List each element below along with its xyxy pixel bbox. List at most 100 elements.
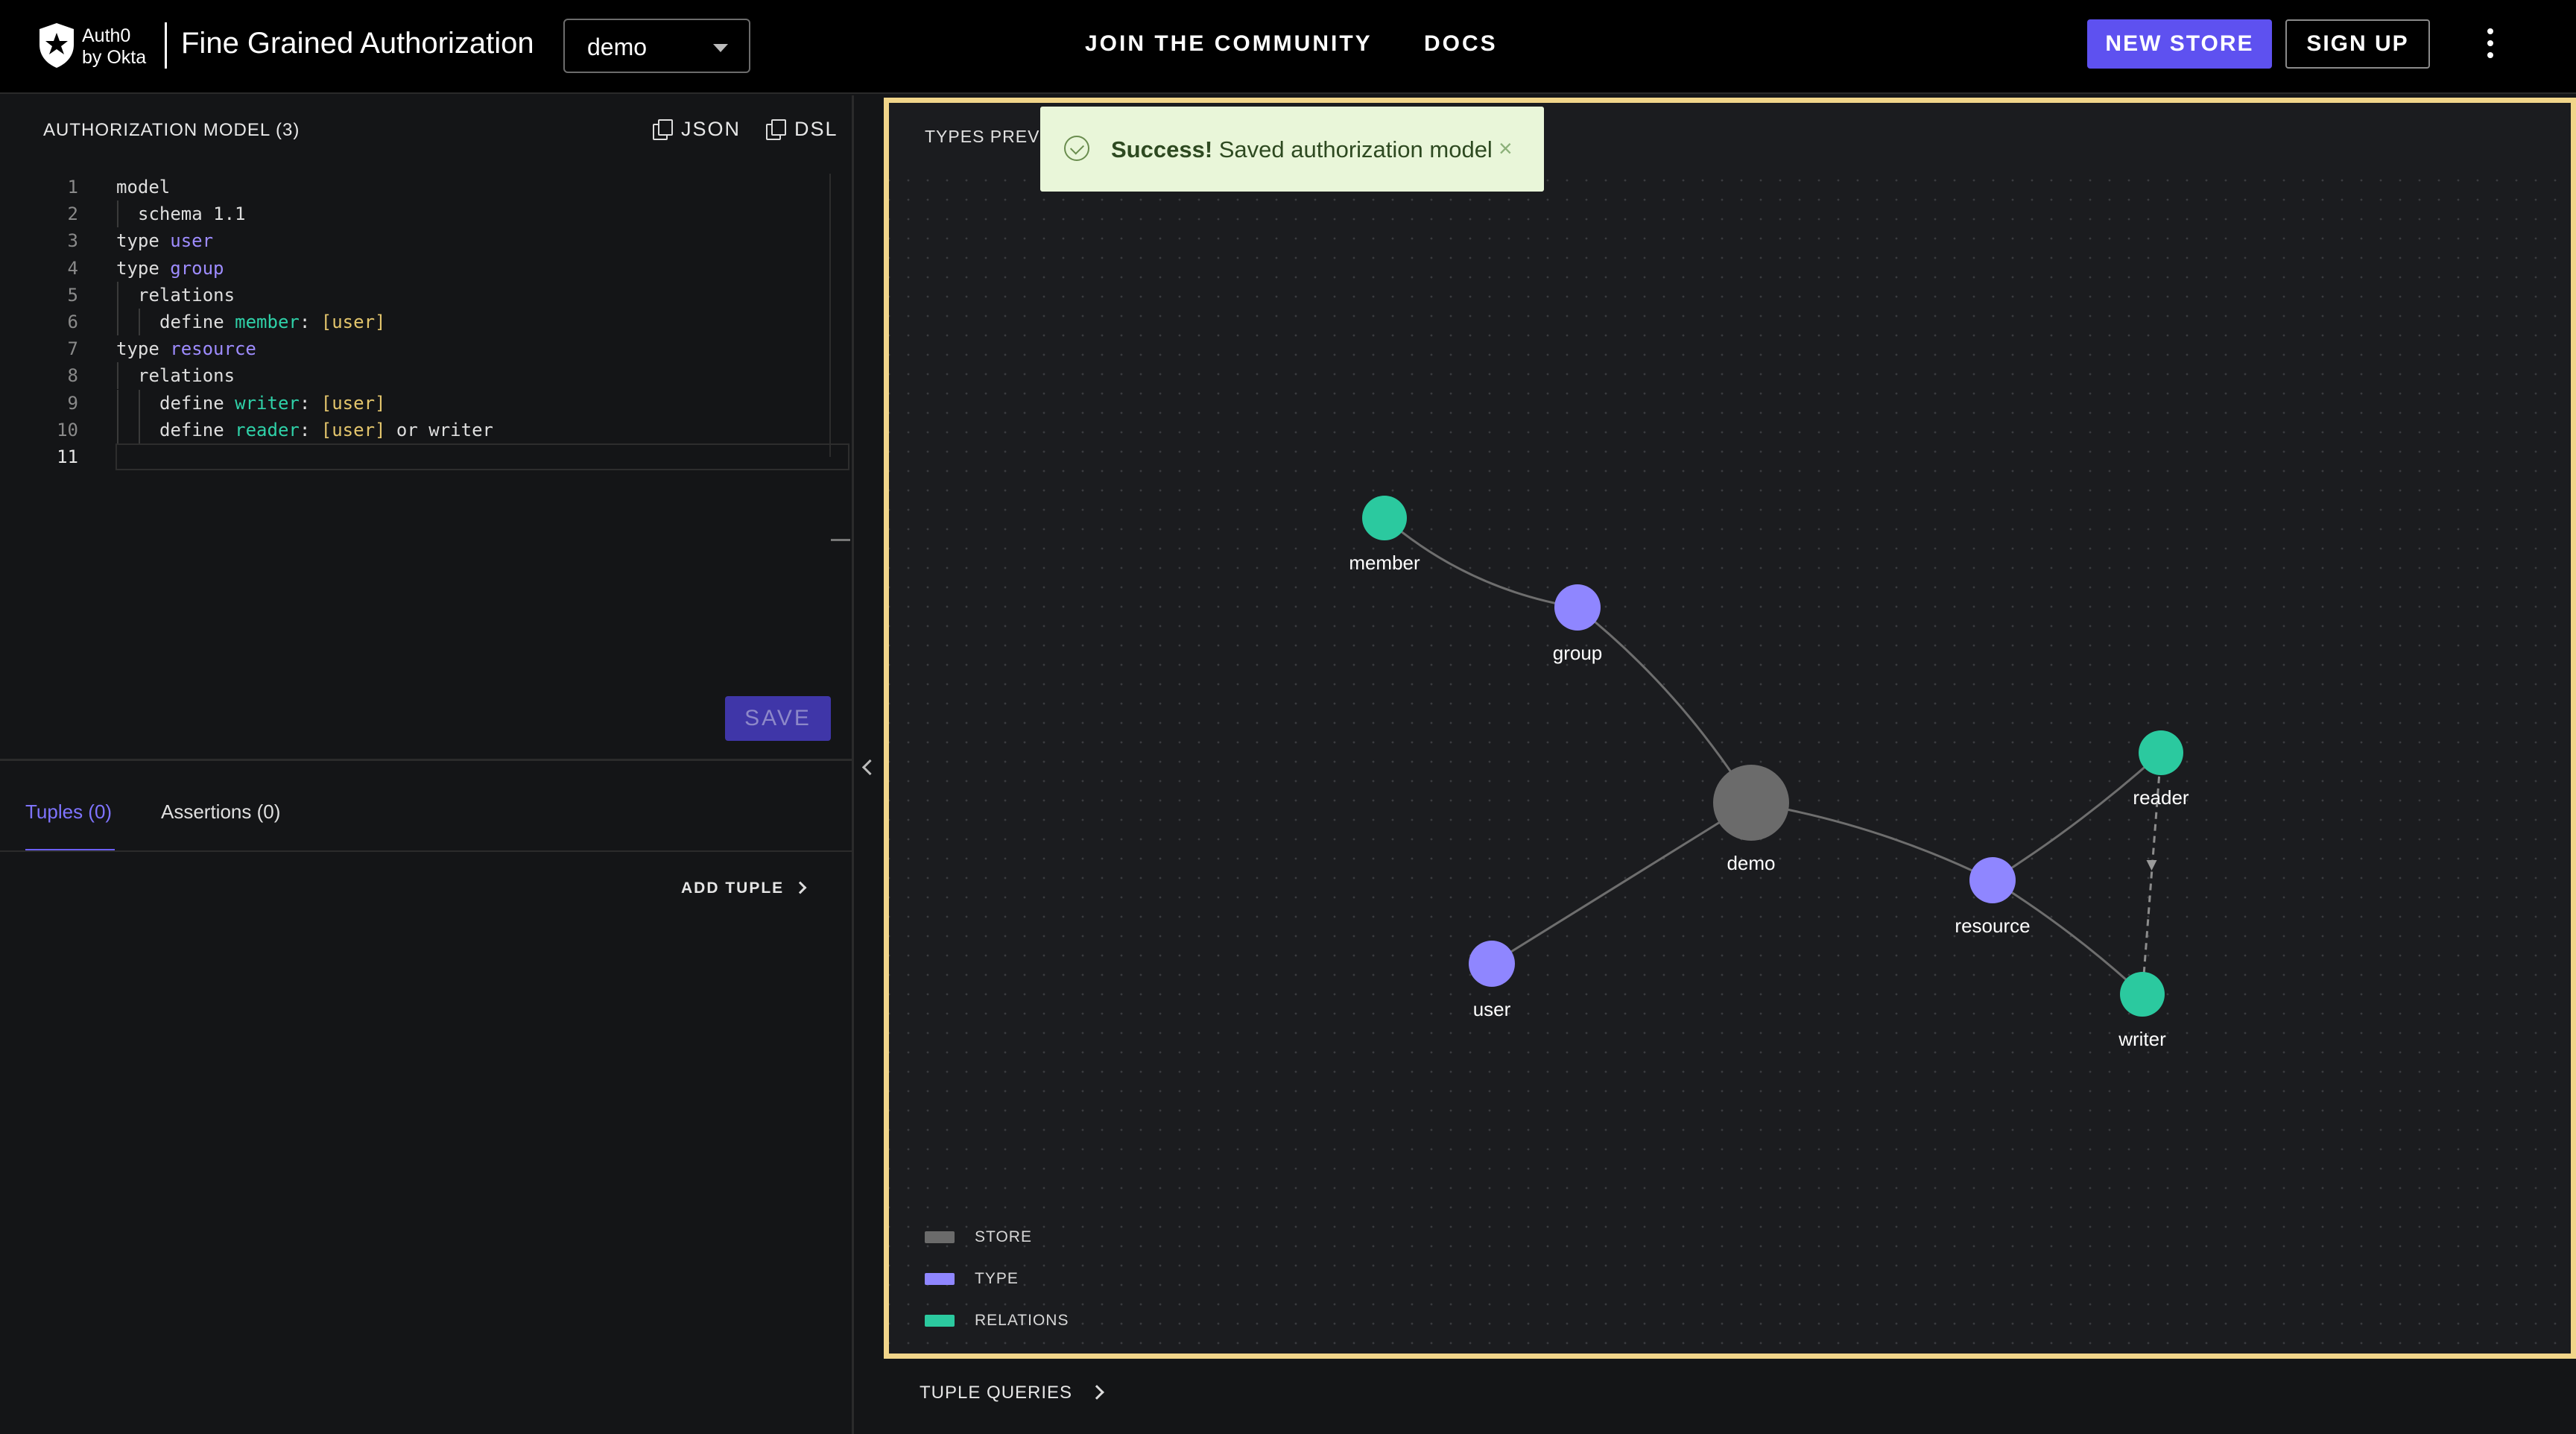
legend-swatch-store [925, 1231, 955, 1243]
code-line[interactable]: 4 type group [0, 255, 849, 282]
add-tuple-button[interactable]: ADD TUPLE [681, 879, 807, 897]
types-preview-graph[interactable]: TYPES PREVIEW member group demo user resourc… [884, 98, 2576, 1359]
legend-swatch-relations [925, 1315, 955, 1327]
node-circle[interactable] [2120, 972, 2165, 1017]
code-line[interactable]: 6 define member: [user] [0, 309, 849, 335]
nav-docs-link[interactable]: DOCS [1424, 31, 1498, 57]
code-line[interactable]: 1 model [0, 174, 849, 200]
line-number: 5 [67, 284, 78, 306]
tuple-queries-toggle[interactable]: TUPLE QUERIES [920, 1383, 1104, 1403]
line-number: 10 [57, 419, 78, 440]
indent-guide [139, 389, 140, 417]
code-line[interactable]: 7 type resource [0, 335, 849, 362]
node-label: member [1349, 552, 1420, 574]
code-text: define writer: [user] [159, 390, 385, 417]
copy-json-button[interactable]: JSON [653, 118, 741, 141]
code-line[interactable]: 10 define reader: [user] or writer [0, 416, 849, 443]
code-text: type group [116, 255, 224, 282]
toast-body-text: Saved authorization model [1212, 136, 1493, 162]
node-circle[interactable] [1362, 496, 1407, 540]
code-line[interactable]: 3 type user [0, 227, 849, 254]
more-options-kebab-icon[interactable] [2475, 28, 2505, 63]
indent-guide [139, 309, 140, 335]
store-select[interactable]: demo [563, 19, 750, 73]
logo-wordmark[interactable]: Auth0 by Okta [82, 25, 146, 69]
code-token: schema [138, 203, 214, 225]
code-token: [user] [320, 419, 386, 440]
line-number: 8 [67, 365, 78, 387]
node-circle[interactable] [1713, 765, 1789, 841]
graph-node-member[interactable]: member [1349, 496, 1420, 574]
code-line[interactable]: 9 define writer: [user] [0, 389, 849, 417]
logo-line-1: Auth0 [82, 25, 131, 46]
copy-dsl-label: DSL [794, 118, 838, 140]
graph-edge-resource-reader [1992, 751, 2162, 882]
code-line[interactable]: 11 [0, 443, 849, 470]
nav-join-community-link[interactable]: JOIN THE COMMUNITY [1085, 31, 1373, 57]
code-token: type [116, 257, 171, 279]
graph-edge-group-demo [1577, 606, 1753, 803]
collapse-panel-chevron-left-icon[interactable] [861, 756, 872, 778]
product-name: Fine Grained Authorization [181, 27, 534, 60]
graph-node-demo[interactable]: demo [1713, 765, 1789, 874]
graph-node-group[interactable]: group [1553, 584, 1603, 664]
logo-divider [165, 22, 167, 69]
node-circle[interactable] [1554, 584, 1601, 631]
line-number: 6 [67, 312, 78, 332]
node-circle[interactable] [1969, 857, 2016, 903]
code-token: group [170, 257, 224, 279]
code-token: define [159, 312, 235, 332]
new-store-button[interactable]: NEW STORE [2087, 19, 2272, 69]
close-icon[interactable]: × [1499, 136, 1513, 160]
graph-edge-resource-writer [1992, 879, 2144, 996]
code-editor[interactable]: 1 model 2 schema 1.1 3 type user 4 type group 5 r… [0, 174, 854, 576]
node-label: reader [2133, 786, 2189, 809]
code-text: type resource [116, 335, 256, 362]
graph-node-writer[interactable]: writer [2118, 972, 2166, 1050]
store-select-value: demo [587, 34, 648, 60]
tab-assertions[interactable]: Assertions (0) [161, 800, 280, 824]
code-line[interactable]: 5 relations [0, 281, 849, 309]
legend-label-store: STORE [975, 1228, 1032, 1245]
save-button[interactable]: SAVE [725, 696, 831, 741]
active-line-highlight [115, 443, 849, 470]
copy-icon [766, 119, 786, 140]
auth0-shield-logo-icon[interactable] [37, 22, 76, 69]
line-number: 4 [67, 257, 78, 279]
legend-swatch-type [925, 1273, 955, 1285]
code-token: [user] [320, 312, 386, 332]
copy-dsl-button[interactable]: DSL [766, 118, 838, 141]
indent-guide [117, 281, 118, 309]
editor-scrollbar-thumb[interactable] [831, 539, 850, 541]
node-label: writer [2118, 1028, 2166, 1050]
graph-node-user[interactable]: user [1469, 941, 1515, 1020]
toast-message: Success! Saved authorization model [1111, 136, 1493, 163]
indent-guide [117, 416, 118, 443]
code-line[interactable]: 2 schema 1.1 [0, 200, 849, 228]
node-circle[interactable] [1469, 941, 1515, 987]
code-token: : [299, 312, 321, 332]
code-text: define member: [user] [159, 309, 385, 335]
indent-guide [117, 200, 118, 228]
code-text: relations [138, 362, 235, 389]
sign-up-button[interactable]: SIGN UP [2285, 19, 2430, 69]
code-token: define [159, 392, 235, 414]
code-text: type user [116, 227, 213, 254]
code-token: relations [138, 365, 235, 387]
tab-tuples[interactable]: Tuples (0) [25, 800, 112, 824]
code-token: writer [235, 392, 300, 414]
copy-icon [653, 119, 673, 140]
node-circle[interactable] [2139, 730, 2183, 775]
panel-divider [0, 759, 852, 761]
code-token: : [299, 392, 321, 414]
code-token: or writer [385, 419, 493, 440]
edge-arrow-icon [2146, 860, 2157, 871]
type-graph-canvas[interactable]: member group demo user resource reader writer [889, 103, 2571, 1354]
code-token: reader [235, 419, 300, 440]
legend-label-type: TYPE [975, 1270, 1019, 1287]
code-line[interactable]: 8 relations [0, 362, 849, 390]
node-label: user [1473, 998, 1511, 1020]
logo-line-2: by Okta [82, 47, 147, 68]
caret-down-icon [713, 44, 728, 52]
code-text: schema 1.1 [138, 200, 246, 227]
